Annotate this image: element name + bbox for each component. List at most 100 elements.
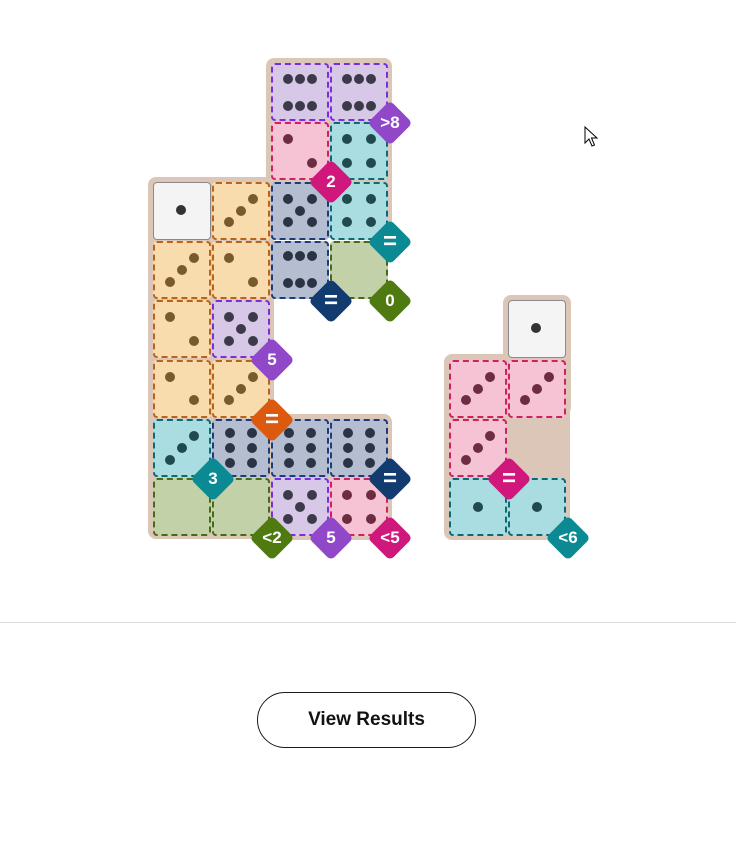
pip	[283, 73, 294, 84]
constraint-badge: 0	[367, 278, 413, 324]
pip	[236, 383, 246, 394]
badge-label: 0	[385, 290, 395, 310]
pip	[283, 278, 294, 289]
pip	[225, 427, 236, 438]
pip	[165, 371, 176, 382]
pip	[343, 427, 354, 438]
pip	[306, 217, 317, 228]
pip	[306, 100, 317, 111]
pip	[295, 251, 305, 262]
pip	[543, 371, 554, 382]
constraint-badge: =	[249, 396, 295, 443]
pip	[188, 336, 199, 347]
pip	[246, 442, 257, 453]
pip	[295, 205, 305, 216]
badge-label: <2	[262, 528, 282, 548]
constraint-badge: =	[367, 218, 413, 265]
badge-label: 3	[208, 468, 218, 488]
pip	[365, 158, 376, 169]
domino-cell-3	[212, 181, 270, 240]
pip	[484, 371, 495, 382]
pip	[176, 204, 186, 215]
pip	[224, 395, 235, 406]
pip	[354, 73, 364, 84]
divider	[0, 622, 736, 623]
pip	[246, 457, 257, 468]
pip	[342, 100, 353, 111]
pip	[224, 336, 235, 347]
domino-cell-2	[212, 240, 270, 299]
mouse-cursor-icon	[584, 126, 598, 147]
pip	[188, 395, 199, 406]
badge-label: =	[501, 464, 516, 492]
pip	[364, 442, 375, 453]
constraint-badge: <5	[367, 515, 413, 561]
pip	[342, 217, 353, 228]
pip	[188, 253, 199, 263]
pip	[283, 100, 294, 111]
badge-label: <5	[380, 528, 400, 548]
badge-label: =	[323, 286, 338, 314]
pip	[177, 264, 187, 275]
domino-cell-6	[271, 63, 329, 121]
pip	[224, 253, 235, 263]
pip	[473, 383, 483, 394]
pip	[531, 323, 541, 334]
pip	[354, 100, 364, 111]
pip	[177, 442, 187, 453]
domino-cell-3	[508, 359, 566, 418]
pip	[284, 442, 295, 453]
constraint-badge: 5	[308, 515, 354, 561]
pip	[461, 454, 472, 465]
pip	[224, 217, 235, 228]
pip	[283, 193, 294, 204]
pip	[343, 457, 354, 468]
pip	[224, 312, 235, 323]
domino-cell-1	[508, 300, 566, 359]
constraint-badge: =	[308, 278, 354, 324]
pip	[473, 502, 483, 513]
pip	[247, 312, 258, 323]
pip	[283, 134, 294, 145]
pip	[532, 383, 542, 394]
pip	[295, 278, 305, 289]
domino-cell-3	[153, 240, 211, 299]
pip	[236, 205, 246, 216]
constraint-badge: =	[367, 456, 413, 502]
pip	[306, 490, 317, 501]
view-results-button[interactable]: View Results	[257, 692, 476, 748]
pip	[473, 442, 483, 453]
pip	[305, 427, 316, 438]
pip	[365, 193, 376, 204]
pip	[342, 73, 353, 84]
pip	[306, 73, 317, 84]
constraint-badge: 2	[308, 159, 354, 205]
badge-label: =	[264, 405, 279, 433]
pip	[484, 430, 495, 441]
domino-cell-3	[449, 359, 507, 418]
pip	[342, 490, 353, 501]
pip	[225, 442, 236, 453]
domino-cell-1	[153, 181, 211, 240]
puzzle-board: >8 2 = = 0 5 = 3 = <2 5 <5 = <6	[0, 0, 736, 600]
pip	[532, 502, 542, 513]
pip	[520, 395, 531, 406]
pip	[283, 217, 294, 228]
pip	[295, 502, 305, 513]
pip	[461, 395, 472, 406]
pip	[295, 73, 305, 84]
pip	[364, 427, 375, 438]
constraint-badge: 3	[190, 456, 236, 502]
domino-cell-2	[153, 359, 211, 418]
pip	[165, 312, 176, 323]
pip	[247, 276, 258, 287]
constraint-badge: 5	[249, 337, 295, 383]
badge-label: >8	[380, 113, 400, 132]
pip	[165, 454, 176, 465]
pip	[343, 442, 354, 453]
badge-label: 5	[267, 350, 277, 370]
pip	[342, 134, 353, 145]
domino-cell-2	[153, 300, 211, 359]
pip	[283, 251, 294, 262]
pip	[247, 193, 258, 204]
